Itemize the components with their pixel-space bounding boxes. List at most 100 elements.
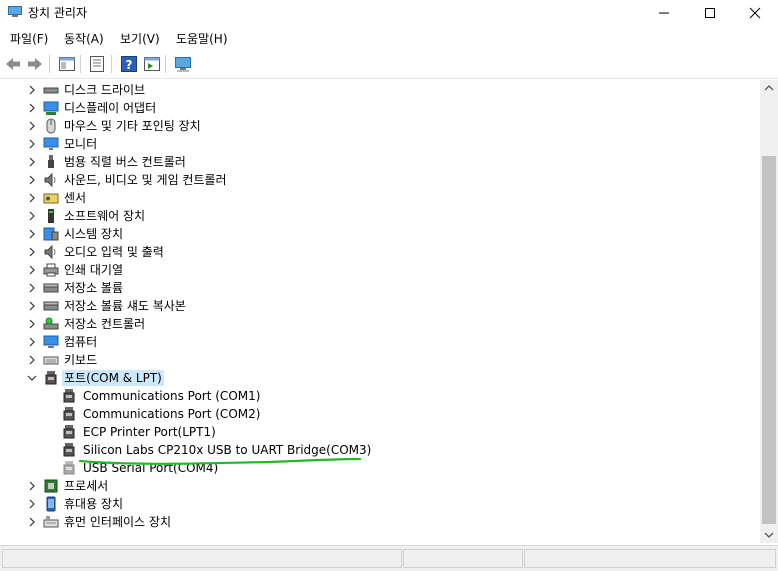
chevron-right-icon[interactable] xyxy=(26,480,38,492)
chevron-right-icon[interactable] xyxy=(26,246,38,258)
chevron-right-icon[interactable] xyxy=(26,336,38,348)
sensor-icon xyxy=(43,190,59,206)
tree-category[interactable]: 인쇄 대기열 xyxy=(0,261,760,279)
chevron-right-icon[interactable] xyxy=(26,192,38,204)
menu-help[interactable]: 도움말(H) xyxy=(176,30,228,47)
device-manager-icon xyxy=(8,6,22,17)
tree-item-label: 센서 xyxy=(64,191,87,205)
chevron-up-icon xyxy=(764,85,774,91)
chevron-right-icon[interactable] xyxy=(26,516,38,528)
chevron-right-icon[interactable] xyxy=(26,210,38,222)
chevron-right-icon[interactable] xyxy=(26,228,38,240)
menu-view[interactable]: 보기(V) xyxy=(120,30,160,47)
tree-category[interactable]: 휴먼 인터페이스 장치 xyxy=(0,513,760,531)
tree-item-label: 오디오 입력 및 출력 xyxy=(64,245,164,259)
tree-category[interactable]: 범용 직렬 버스 컨트롤러 xyxy=(0,153,760,171)
tree-device[interactable]: USB Serial Port(COM4) xyxy=(0,459,760,477)
tree-category[interactable]: 소프트웨어 장치 xyxy=(0,207,760,225)
tree-device[interactable]: Silicon Labs CP210x USB to UART Bridge(C… xyxy=(0,441,760,459)
monitor-icon xyxy=(43,136,59,152)
status-cell xyxy=(403,549,523,568)
usb-icon xyxy=(43,154,59,170)
tree-item-label: USB Serial Port(COM4) xyxy=(83,461,219,475)
tree-category[interactable]: 저장소 볼륨 xyxy=(0,279,760,297)
menu-file[interactable]: 파일(F) xyxy=(10,30,48,47)
chevron-right-icon[interactable] xyxy=(26,174,38,186)
tree-category[interactable]: 디스크 드라이브 xyxy=(0,81,760,99)
tree-category[interactable]: 저장소 컨트롤러 xyxy=(0,315,760,333)
chevron-down-icon[interactable] xyxy=(26,372,38,384)
tree-item-label: 저장소 볼륨 섀도 복사본 xyxy=(64,299,186,313)
toolbar-separator xyxy=(49,55,50,73)
chevron-right-icon[interactable] xyxy=(26,282,38,294)
action-pane-icon[interactable] xyxy=(143,55,161,73)
port-icon xyxy=(61,424,77,440)
device-tree: 디스크 드라이브 디스플레이 어댑터마우스 및 기타 포인팅 장치모니터 범용 직렬… xyxy=(0,80,760,543)
tree-category[interactable]: 포트(COM & LPT) xyxy=(0,369,760,387)
toolbar-separator xyxy=(111,55,112,73)
storage-volume-icon xyxy=(43,298,59,314)
tree-category[interactable]: 키보드 xyxy=(0,351,760,369)
tree-category[interactable]: 센서 xyxy=(0,189,760,207)
system-device-icon xyxy=(43,226,59,242)
tree-item-label: 휴대용 장치 xyxy=(64,497,124,511)
tree-device[interactable]: Communications Port (COM1) xyxy=(0,387,760,405)
tree-category[interactable]: 모니터 xyxy=(0,135,760,153)
chevron-right-icon[interactable] xyxy=(26,102,38,114)
tree-item-label: 인쇄 대기열 xyxy=(64,263,124,277)
port-icon xyxy=(61,388,77,404)
tree-item-label: 마우스 및 기타 포인팅 장치 xyxy=(64,119,201,133)
chevron-right-icon[interactable] xyxy=(26,84,38,96)
status-cell xyxy=(524,549,776,568)
chevron-right-icon[interactable] xyxy=(26,354,38,366)
speaker-icon xyxy=(43,172,59,188)
scan-hardware-icon[interactable] xyxy=(174,55,192,73)
chevron-right-icon[interactable] xyxy=(26,138,38,150)
port-icon-disabled xyxy=(61,460,77,476)
keyboard-icon xyxy=(43,352,59,368)
close-button[interactable] xyxy=(732,0,778,26)
tree-category[interactable]: 저장소 볼륨 섀도 복사본 xyxy=(0,297,760,315)
printer-icon xyxy=(43,262,59,278)
chevron-right-icon[interactable] xyxy=(26,300,38,312)
tree-category[interactable]: 프로세서 xyxy=(0,477,760,495)
scroll-up-button[interactable] xyxy=(760,80,778,96)
vertical-scrollbar[interactable] xyxy=(760,80,778,543)
tree-device[interactable]: ECP Printer Port(LPT1) xyxy=(0,423,760,441)
chevron-right-icon[interactable] xyxy=(26,264,38,276)
minimize-button[interactable] xyxy=(641,0,687,26)
menu-bar: 파일(F) 동작(A) 보기(V) 도움말(H) xyxy=(0,27,778,49)
back-arrow-icon[interactable] xyxy=(4,55,22,73)
tree-category[interactable]: 오디오 입력 및 출력 xyxy=(0,243,760,261)
menu-action[interactable]: 동작(A) xyxy=(64,30,104,47)
maximize-icon xyxy=(705,8,715,18)
tree-category[interactable]: 마우스 및 기타 포인팅 장치 xyxy=(0,117,760,135)
tree-category[interactable]: 시스템 장치 xyxy=(0,225,760,243)
chevron-right-icon[interactable] xyxy=(26,156,38,168)
tree-category[interactable]: 컴퓨터 xyxy=(0,333,760,351)
port-icon xyxy=(61,442,77,458)
port-icon xyxy=(43,370,59,386)
minimize-icon xyxy=(659,12,669,14)
tree-category[interactable]: 휴대용 장치 xyxy=(0,495,760,513)
chevron-right-icon[interactable] xyxy=(26,498,38,510)
processor-icon xyxy=(43,478,59,494)
maximize-button[interactable] xyxy=(687,0,733,26)
chevron-right-icon[interactable] xyxy=(26,120,38,132)
tree-item-label: ECP Printer Port(LPT1) xyxy=(83,425,216,439)
title-bar: 장치 관리자 xyxy=(0,0,778,26)
scroll-thumb[interactable] xyxy=(762,156,776,524)
show-details-icon[interactable] xyxy=(88,55,106,73)
properties-pane-icon[interactable] xyxy=(58,55,76,73)
tree-category[interactable]: 사운드, 비디오 및 게임 컨트롤러 xyxy=(0,171,760,189)
scroll-down-button[interactable] xyxy=(760,527,778,543)
tree-category[interactable]: 디스플레이 어댑터 xyxy=(0,99,760,117)
tree-item-label: Silicon Labs CP210x USB to UART Bridge(C… xyxy=(83,443,372,457)
tree-device[interactable]: Communications Port (COM2) xyxy=(0,405,760,423)
help-icon[interactable]: ? xyxy=(120,55,138,73)
chevron-right-icon[interactable] xyxy=(26,318,38,330)
status-bar xyxy=(0,545,778,571)
tree-item-label: 휴먼 인터페이스 장치 xyxy=(64,515,171,529)
forward-arrow-icon[interactable] xyxy=(26,55,44,73)
disk-drive-icon xyxy=(43,82,59,98)
